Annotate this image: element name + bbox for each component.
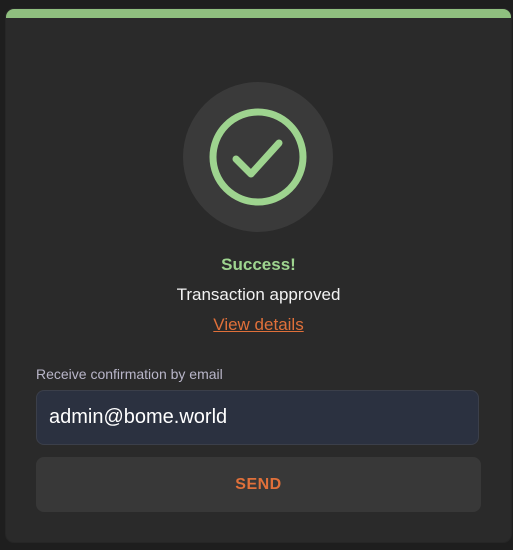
view-details-link[interactable]: View details — [213, 315, 303, 334]
check-circle-icon — [209, 108, 307, 206]
email-field-label: Receive confirmation by email — [36, 366, 223, 382]
status-message: Transaction approved — [176, 285, 341, 304]
details-link-row: View details — [6, 315, 511, 335]
email-field[interactable] — [36, 390, 479, 445]
status-title: Success! — [221, 255, 296, 274]
success-card: Success! Transaction approved View detai… — [6, 9, 511, 542]
top-accent-bar — [6, 9, 511, 18]
success-icon-badge — [183, 82, 333, 232]
send-button[interactable]: SEND — [36, 457, 481, 512]
